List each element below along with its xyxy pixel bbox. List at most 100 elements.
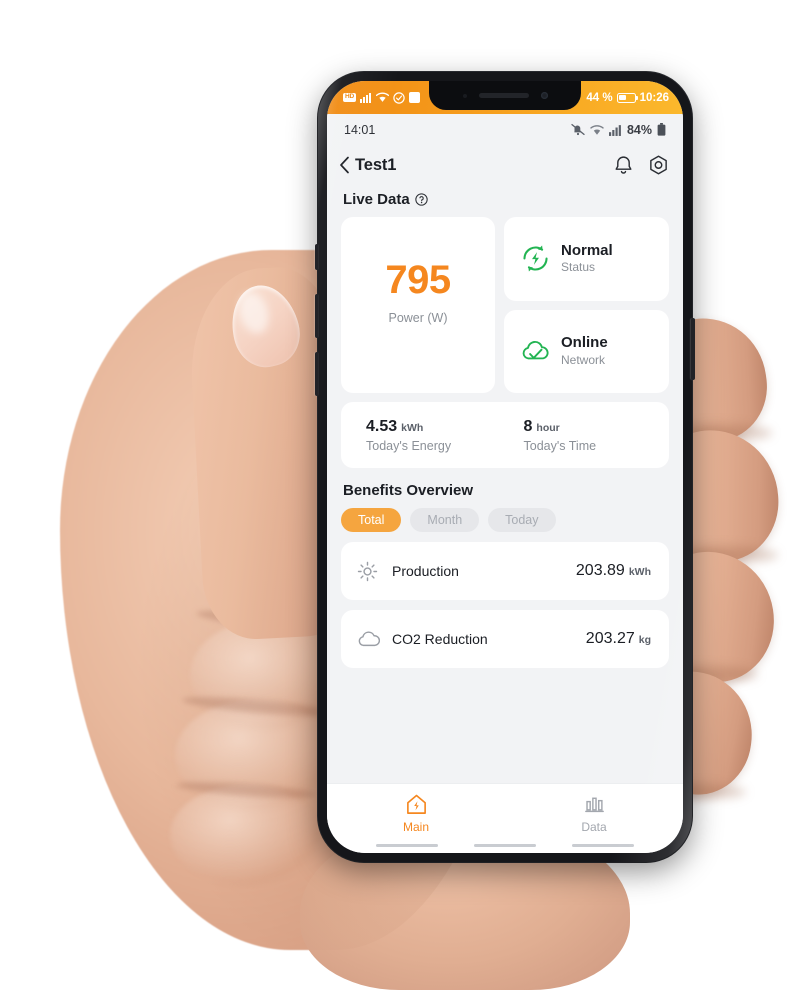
nav-hint-back[interactable] xyxy=(376,844,438,847)
nav-hint-recents[interactable] xyxy=(572,844,634,847)
notification-off-icon xyxy=(571,123,585,136)
back-button[interactable]: Test1 xyxy=(339,156,614,175)
home-bolt-icon xyxy=(406,794,426,814)
thumbnail xyxy=(223,278,307,374)
status-card-text: Normal Status xyxy=(561,242,613,276)
carrier-battery-percent: 44 % xyxy=(586,91,613,104)
cloud-icon xyxy=(357,630,383,649)
co2-value: 203.27 xyxy=(585,630,635,647)
co2-value-group: 203.27 kg xyxy=(586,630,651,648)
front-camera xyxy=(540,92,548,99)
today-energy-item: 4.53 kWh Today's Energy xyxy=(341,418,512,453)
today-energy-value-row: 4.53 kWh xyxy=(366,418,512,436)
co2-reduction-row[interactable]: CO2 Reduction 203.27 kg xyxy=(341,610,669,668)
co2-unit: kg xyxy=(638,634,651,646)
production-value-group: 203.89 kWh xyxy=(576,562,651,580)
signal-bars-icon xyxy=(608,124,621,136)
status-card[interactable]: Normal Status xyxy=(504,217,669,301)
today-time-unit: hour xyxy=(536,421,560,434)
network-value: Online xyxy=(561,334,608,352)
app-header: Test1 xyxy=(327,145,683,185)
tab-total[interactable]: Total xyxy=(341,508,402,532)
live-data-grid: 795 Power (W) Normal Status Online Netwo… xyxy=(341,217,669,393)
today-time-value-row: 8 hour xyxy=(524,418,670,436)
wifi-icon xyxy=(376,92,389,102)
status-bar-indicators: 84% xyxy=(571,123,666,137)
status-bar-battery-percent: 84% xyxy=(626,122,652,137)
hex-gear-icon[interactable] xyxy=(648,155,669,176)
co2-label: CO2 Reduction xyxy=(392,631,488,647)
carrier-status-right: 44 % 10:26 xyxy=(586,92,669,104)
live-data-right-column: Normal Status Online Network xyxy=(504,217,669,393)
bell-icon[interactable] xyxy=(614,155,633,175)
power-value: 795 xyxy=(385,257,451,302)
carrier-clock: 10:26 xyxy=(639,91,669,104)
skin-crease xyxy=(175,779,317,801)
smartphone-device: HD 44 % 10:26 14:01 84% Test1 Live Data … xyxy=(315,72,695,862)
power-button[interactable] xyxy=(691,318,695,380)
production-label: Production xyxy=(392,563,459,579)
status-value: Normal xyxy=(561,241,613,259)
phone-screen: HD 44 % 10:26 14:01 84% Test1 Live Data … xyxy=(327,81,683,853)
system-nav-hints xyxy=(327,844,683,847)
app-status-bar: 14:01 84% xyxy=(327,114,683,145)
nav-tab-data[interactable]: Data xyxy=(505,793,683,834)
tab-today[interactable]: Today xyxy=(488,508,556,532)
header-action-icons xyxy=(614,155,669,176)
screenshot-canvas: HD 44 % 10:26 14:01 84% Test1 Live Data … xyxy=(0,0,800,1005)
skin-crease xyxy=(181,693,335,720)
today-energy-number: 4.53 xyxy=(366,417,398,435)
status-bar-time: 14:01 xyxy=(344,122,376,137)
volte-badge-icon: HD xyxy=(343,93,356,102)
today-time-item: 8 hour Today's Time xyxy=(512,418,670,453)
knuckle xyxy=(170,785,320,885)
benefits-section-title: Benefits Overview xyxy=(343,482,474,499)
nav-label-main: Main xyxy=(402,820,429,834)
mute-switch[interactable] xyxy=(315,244,319,270)
status-label: Status xyxy=(561,260,596,275)
nav-tab-main[interactable]: Main xyxy=(327,793,505,834)
network-label: Network xyxy=(561,352,606,367)
knuckle xyxy=(175,700,335,810)
today-time-label: Today's Time xyxy=(523,438,597,453)
carrier-status-left: HD xyxy=(343,91,420,104)
live-data-title-text: Live Data xyxy=(343,191,410,208)
volume-down-button[interactable] xyxy=(315,352,319,396)
check-circle-icon xyxy=(393,91,405,104)
power-label: Power (W) xyxy=(388,310,448,325)
refresh-bolt-icon xyxy=(523,245,548,272)
signal-bars-icon xyxy=(360,93,371,103)
chevron-left-icon xyxy=(340,156,349,174)
proximity-sensor xyxy=(462,93,467,98)
live-data-section-title: Live Data xyxy=(343,191,669,208)
today-energy-label: Today's Energy xyxy=(366,438,452,453)
benefits-period-tabs: Total Month Today xyxy=(341,508,669,532)
volume-up-button[interactable] xyxy=(315,294,319,338)
earpiece-speaker xyxy=(478,93,529,98)
nav-hint-home[interactable] xyxy=(474,844,536,847)
network-card-text: Online Network xyxy=(561,334,608,368)
today-summary-card: 4.53 kWh Today's Energy 8 hour Today's T… xyxy=(341,402,669,468)
today-energy-unit: kWh xyxy=(401,421,424,434)
power-card[interactable]: 795 Power (W) xyxy=(341,217,495,393)
bar-chart-icon xyxy=(584,797,604,813)
main-content: Live Data 795 Power (W) Normal Status On… xyxy=(327,185,683,750)
bottom-navigation-bar: Main Data xyxy=(327,783,683,853)
production-value: 203.89 xyxy=(575,562,625,579)
network-card[interactable]: Online Network xyxy=(504,309,669,393)
cloud-check-icon xyxy=(522,340,549,360)
production-unit: kWh xyxy=(628,566,651,578)
question-circle-icon[interactable] xyxy=(415,193,428,206)
sun-icon xyxy=(357,561,383,582)
sim-card-icon xyxy=(409,92,420,103)
wifi-icon xyxy=(590,124,604,135)
tab-month[interactable]: Month xyxy=(410,508,480,532)
skin-crease xyxy=(273,351,311,442)
display-notch xyxy=(429,81,581,110)
production-row[interactable]: Production 203.89 kWh xyxy=(341,542,669,600)
battery-icon xyxy=(616,92,638,103)
today-time-number: 8 xyxy=(523,417,533,435)
page-title: Test1 xyxy=(355,155,397,174)
nav-label-data: Data xyxy=(581,820,607,834)
battery-icon xyxy=(657,123,666,136)
